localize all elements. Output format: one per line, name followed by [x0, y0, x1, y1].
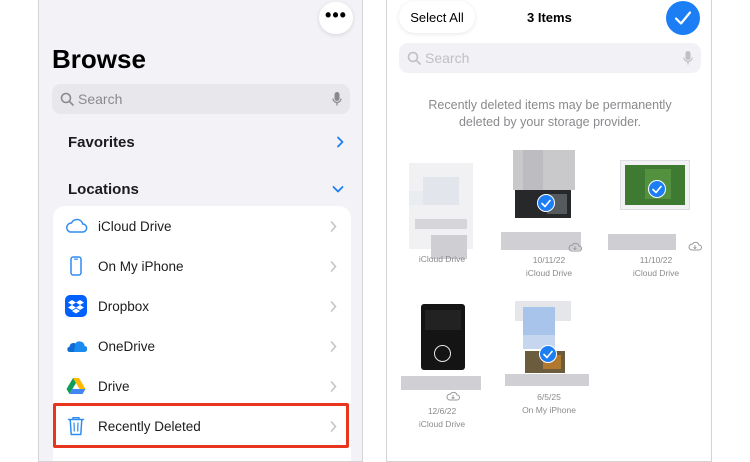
iphone-icon: [64, 254, 88, 278]
location-label: OneDrive: [98, 338, 156, 354]
cloud-download-icon: [568, 242, 582, 252]
notice-line: deleted by your storage provider.: [458, 115, 642, 129]
chevron-right-icon: [330, 300, 337, 312]
chevron-right-icon: [330, 340, 337, 352]
select-all-button[interactable]: Select All: [399, 1, 475, 33]
search-placeholder: Search: [78, 91, 123, 107]
cloud-download-icon: [688, 241, 702, 251]
chevron-right-icon: [337, 136, 344, 148]
file-thumbnail: [515, 301, 571, 373]
blurred-filename: [505, 374, 589, 386]
blurred-filename: [608, 234, 676, 250]
locations-section-header[interactable]: Locations: [68, 177, 344, 201]
onedrive-icon: [64, 334, 88, 358]
dropbox-icon: [64, 294, 88, 318]
search-field[interactable]: Search: [399, 43, 701, 73]
search-placeholder: Search: [425, 50, 470, 66]
unselected-circle-icon: [434, 345, 451, 362]
more-options-button[interactable]: •••: [319, 2, 353, 34]
chevron-right-icon: [330, 220, 337, 232]
file-location: iCloud Drive: [525, 268, 573, 278]
chevron-right-icon: [330, 380, 337, 392]
recently-deleted-panel: Select All 3 Items Search Recently delet…: [386, 0, 712, 462]
file-item[interactable]: iCloud Drive: [392, 150, 492, 265]
file-date: 6/5/25: [537, 392, 561, 402]
microphone-icon[interactable]: [332, 91, 342, 107]
file-date: 11/10/22: [639, 255, 673, 265]
blurred-filename: [401, 376, 481, 390]
location-item-google-drive[interactable]: Drive: [53, 366, 351, 406]
chevron-right-icon: [330, 260, 337, 272]
search-icon: [60, 92, 74, 106]
favorites-section-header[interactable]: Favorites: [68, 130, 344, 154]
location-label: iCloud Drive: [98, 218, 172, 234]
checkmark-icon: [674, 11, 692, 25]
file-location: iCloud Drive: [418, 254, 466, 264]
selected-checkmark-icon: [537, 194, 555, 212]
icloud-icon: [64, 214, 88, 238]
deletion-notice: Recently deleted items may be permanentl…: [407, 97, 693, 131]
location-label: Dropbox: [98, 298, 150, 314]
recently-deleted-highlight: [53, 403, 349, 448]
browse-panel: ••• Browse Search Favorites Locations iC…: [38, 0, 363, 462]
file-date: 12/6/22: [427, 406, 457, 416]
locations-label: Locations: [68, 180, 139, 198]
file-location: iCloud Drive: [418, 419, 466, 429]
file-date: 10/11/22: [532, 255, 566, 265]
file-item[interactable]: 6/5/25 On My iPhone: [499, 300, 599, 420]
location-item-icloud-drive[interactable]: iCloud Drive: [53, 206, 351, 246]
done-button[interactable]: [666, 1, 700, 35]
file-location: iCloud Drive: [632, 268, 680, 278]
selection-count-title: 3 Items: [527, 10, 572, 25]
chevron-down-icon: [332, 186, 344, 193]
google-drive-icon: [64, 374, 88, 398]
page-title: Browse: [52, 44, 146, 74]
location-item-dropbox[interactable]: Dropbox: [53, 286, 351, 326]
selected-checkmark-icon: [648, 180, 666, 198]
ellipsis-icon: •••: [325, 5, 347, 25]
file-location: On My iPhone: [522, 405, 576, 415]
location-item-onedrive[interactable]: OneDrive: [53, 326, 351, 366]
file-item[interactable]: 12/6/22 iCloud Drive: [392, 300, 492, 435]
location-label: On My iPhone: [98, 258, 184, 274]
cloud-download-icon: [446, 391, 460, 401]
file-thumbnail: [409, 163, 473, 259]
file-item[interactable]: 11/10/22 iCloud Drive: [606, 150, 706, 285]
notice-line: Recently deleted items may be permanentl…: [428, 98, 672, 112]
microphone-icon[interactable]: [683, 50, 693, 66]
search-field[interactable]: Search: [52, 84, 350, 114]
search-icon: [407, 51, 421, 65]
file-item[interactable]: 10/11/22 iCloud Drive: [499, 150, 599, 285]
favorites-label: Favorites: [68, 133, 135, 151]
location-label: Drive: [98, 378, 130, 394]
selected-checkmark-icon: [539, 345, 557, 363]
location-item-on-my-iphone[interactable]: On My iPhone: [53, 246, 351, 286]
